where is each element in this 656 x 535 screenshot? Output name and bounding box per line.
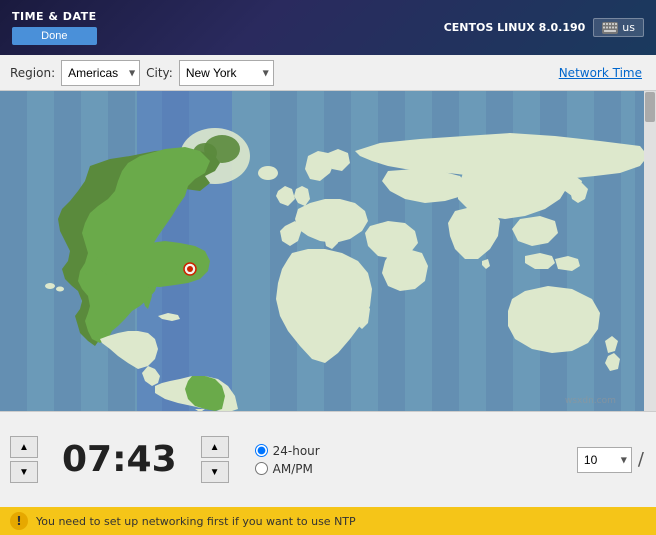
header-left: TIME & DATE Done	[12, 10, 97, 45]
24h-radio[interactable]	[255, 444, 268, 457]
hours-value: 07	[62, 439, 112, 480]
app-title: TIME & DATE	[12, 10, 97, 23]
time-colon: :	[112, 439, 126, 480]
minutes-spinner: ▲ ▼	[201, 436, 229, 483]
warning-icon: !	[10, 512, 28, 530]
map-scrollbar[interactable]	[644, 91, 656, 411]
warning-icon-symbol: !	[16, 514, 21, 528]
scrollbar-thumb[interactable]	[645, 92, 655, 122]
hours-up-button[interactable]: ▲	[10, 436, 38, 458]
minutes-up-button[interactable]: ▲	[201, 436, 229, 458]
header: TIME & DATE Done CENTOS LINUX 8.0.190 us	[0, 0, 656, 55]
region-select-wrapper: Americas Europe Asia Africa Pacific	[61, 60, 140, 86]
centos-label: CENTOS LINUX 8.0.190	[444, 21, 586, 34]
hours-spinner: ▲ ▼	[10, 436, 38, 483]
city-label: City:	[146, 66, 173, 80]
time-format-selector: 24-hour AM/PM	[255, 444, 320, 476]
keyboard-layout[interactable]: us	[593, 18, 644, 37]
done-button[interactable]: Done	[12, 27, 97, 45]
24h-label: 24-hour	[273, 444, 320, 458]
24h-radio-row: 24-hour	[255, 444, 320, 458]
day-select-wrapper: 10 1 2 3	[577, 447, 632, 473]
city-select[interactable]: New York Los Angeles Chicago Toronto	[179, 60, 274, 86]
ampm-radio[interactable]	[255, 462, 268, 475]
minutes-down-button[interactable]: ▼	[201, 461, 229, 483]
region-select[interactable]: Americas Europe Asia Africa Pacific	[61, 60, 140, 86]
date-separator: /	[636, 449, 646, 470]
warning-bar: ! You need to set up networking first if…	[0, 507, 656, 535]
warning-text: You need to set up networking first if y…	[36, 515, 356, 528]
region-label: Region:	[10, 66, 55, 80]
city-select-wrapper: New York Los Angeles Chicago Toronto	[179, 60, 274, 86]
toolbar: Region: Americas Europe Asia Africa Paci…	[0, 55, 656, 91]
keyboard-layout-label: us	[622, 21, 635, 34]
bottom-controls: ▲ ▼ 07:43 ▲ ▼ 24-hour AM/PM 10 1 2 3 /	[0, 411, 656, 507]
watermark: wsxdn.com	[565, 396, 616, 406]
hours-down-button[interactable]: ▼	[10, 461, 38, 483]
ampm-label: AM/PM	[273, 462, 313, 476]
day-select[interactable]: 10 1 2 3	[577, 447, 632, 473]
ampm-radio-row: AM/PM	[255, 462, 320, 476]
keyboard-icon	[602, 22, 618, 34]
header-right: CENTOS LINUX 8.0.190 us	[444, 18, 644, 37]
date-controls: 10 1 2 3 /	[577, 447, 646, 473]
minutes-value: 43	[127, 439, 177, 480]
time-display: 07:43	[62, 439, 177, 480]
world-map[interactable]: wsxdn.com	[0, 91, 656, 411]
network-time-link[interactable]: Network Time	[559, 66, 646, 80]
map-container: wsxdn.com	[0, 91, 656, 411]
